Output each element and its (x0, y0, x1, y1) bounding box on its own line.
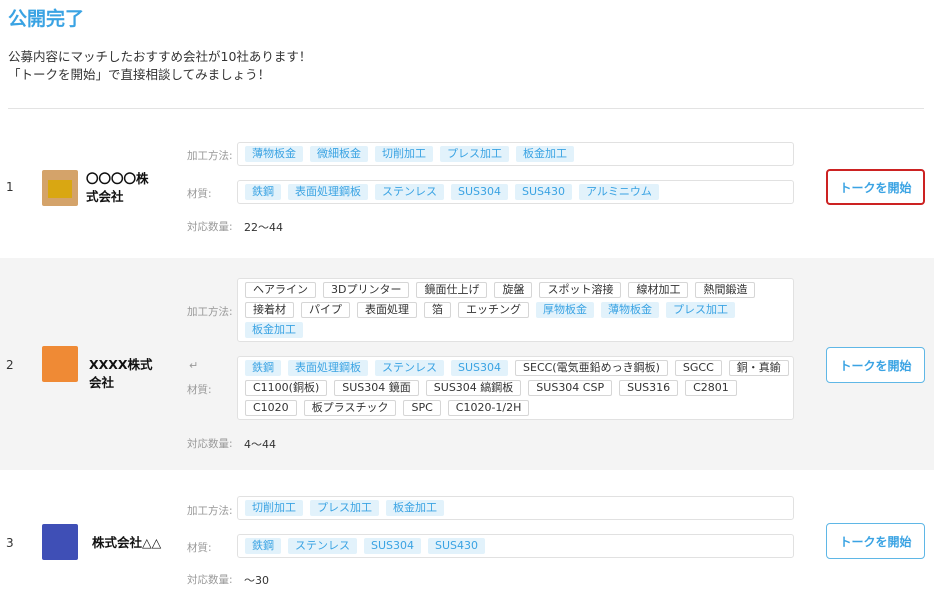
tag: SUS304 鏡面 (334, 380, 419, 396)
intro-line-1: 公募内容にマッチしたおすすめ会社が10社あります！ (8, 49, 312, 64)
tag: 表面処理 (357, 302, 417, 318)
row-number: 3 (6, 536, 14, 550)
tag: 板金加工 (516, 146, 574, 162)
tag: プレス加工 (310, 500, 379, 516)
tag: 接着材 (245, 302, 294, 318)
tag: パイプ (301, 302, 350, 318)
tag: 鏡面仕上げ (416, 282, 488, 298)
tag: 板金加工 (386, 500, 444, 516)
company-row-3: 3 株式会社△△ 加工方法: 切削加工 プレス加工 板金加工 材質: 鉄鋼 ステンレス… (0, 488, 934, 595)
tag: 鉄鋼 (245, 184, 281, 200)
material-tags: 鉄鋼 ステンレス SUS304 SUS430 (237, 534, 794, 558)
tag: 厚物板金 (536, 302, 594, 318)
tag: SUS316 (619, 380, 679, 396)
tag: プレス加工 (666, 302, 735, 318)
tag: SUS304 (364, 538, 422, 554)
tag: 表面処理鋼板 (288, 360, 368, 376)
divider (8, 108, 924, 109)
method-tags: 切削加工 プレス加工 板金加工 (237, 496, 794, 520)
tag: 箔 (424, 302, 451, 318)
intro-text: 公募内容にマッチしたおすすめ会社が10社あります！ 「トークを開始」で直接相談し… (8, 48, 311, 84)
company-row-2: 2 XXXX株式 会社 加工方法: ヘアライン 3Dプリンター 鏡面仕上げ 旋盤 スポッ… (0, 258, 934, 470)
company-name-line: 〇〇〇〇株 (86, 171, 149, 186)
tag: SUS304 縞鋼板 (425, 380, 522, 396)
tag: エッチング (458, 302, 529, 318)
tag: 切削加工 (375, 146, 433, 162)
tag: SECC(電気亜鉛めっき鋼板) (515, 360, 668, 376)
tag: SPC (403, 400, 441, 416)
company-logo (42, 170, 78, 206)
company-name-line: 株式会社△△ (92, 535, 162, 550)
tag: SUS430 (428, 538, 486, 554)
method-tags: 薄物板金 微細板金 切削加工 プレス加工 板金加工 (237, 142, 794, 166)
quantity-label: 対応数量: (187, 221, 233, 233)
tag: 切削加工 (245, 500, 303, 516)
tag: SUS304 (451, 360, 509, 376)
material-label: 材質: (187, 542, 212, 554)
start-talk-button[interactable]: トークを開始 (826, 523, 925, 559)
tag: アルミニウム (579, 184, 659, 200)
quantity-value: 〜30 (244, 574, 269, 587)
company-logo-mark (48, 180, 72, 198)
tag: 板金加工 (245, 322, 303, 338)
start-talk-button[interactable]: トークを開始 (826, 347, 925, 383)
tag: ヘアライン (245, 282, 316, 298)
return-icon: ↵ (189, 359, 199, 372)
method-label: 加工方法: (187, 505, 233, 517)
page-title: 公開完了 (8, 8, 85, 30)
quantity-label: 対応数量: (187, 574, 233, 586)
company-name-line: 式会社 (86, 189, 124, 204)
method-label: 加工方法: (187, 306, 233, 318)
intro-line-2: 「トークを開始」で直接相談してみましょう！ (8, 67, 271, 82)
tag: SUS430 (515, 184, 573, 200)
tag: C2801 (685, 380, 737, 396)
tag: C1020-1/2H (447, 400, 530, 416)
quantity-value: 22〜44 (244, 221, 283, 234)
tag: プレス加工 (440, 146, 509, 162)
tag: ステンレス (375, 360, 444, 376)
tag: 薄物板金 (245, 146, 303, 162)
quantity-label: 対応数量: (187, 438, 233, 450)
tag: SUS304 CSP (528, 380, 613, 396)
company-name-line: XXXX株式 (89, 357, 153, 372)
tag: 3Dプリンター (323, 282, 410, 298)
row-number: 2 (6, 358, 14, 372)
tag: 板プラスチック (303, 400, 397, 416)
tag: スポット溶接 (539, 282, 622, 298)
tag: 鉄鋼 (245, 538, 281, 554)
company-logo (42, 346, 78, 382)
tag: 薄物板金 (601, 302, 659, 318)
tag: 熱間鍛造 (695, 282, 756, 298)
tag: 旋盤 (494, 282, 533, 298)
row-number: 1 (6, 180, 14, 194)
method-label: 加工方法: (187, 150, 233, 162)
company-row-1: 1 〇〇〇〇株 式会社 加工方法: 薄物板金 微細板金 切削加工 プレス加工 板金加工 … (0, 130, 934, 248)
tag: 線材加工 (628, 282, 689, 298)
method-tags: ヘアライン 3Dプリンター 鏡面仕上げ 旋盤 スポット溶接 線材加工 熱間鍛造接着材 パイプ表… (237, 278, 794, 342)
tag: ステンレス (288, 538, 357, 554)
company-name[interactable]: 〇〇〇〇株 式会社 (86, 170, 149, 206)
quantity-value: 4〜44 (244, 438, 276, 451)
tag: 銅・真鍮 (728, 360, 789, 376)
tag: SGCC (674, 360, 722, 376)
tag: 表面処理鋼板 (288, 184, 368, 200)
material-tags: 鉄鋼 表面処理鋼板 ステンレス SUS304 SECC(電気亜鉛めっき鋼板) SGCC 銅・… (237, 356, 794, 420)
tag: SUS304 (451, 184, 509, 200)
material-label: 材質: (187, 384, 212, 396)
company-logo (42, 524, 78, 560)
company-name[interactable]: XXXX株式 会社 (89, 356, 153, 392)
tag: ステンレス (375, 184, 444, 200)
tag: C1020 (245, 400, 297, 416)
tag: 鉄鋼 (245, 360, 281, 376)
material-label: 材質: (187, 188, 212, 200)
tag: C1100(銅板) (245, 380, 328, 396)
material-tags: 鉄鋼 表面処理鋼板 ステンレス SUS304 SUS430 アルミニウム (237, 180, 794, 204)
tag: 微細板金 (310, 146, 368, 162)
start-talk-button[interactable]: トークを開始 (826, 169, 925, 205)
company-name-line: 会社 (89, 375, 115, 390)
company-name[interactable]: 株式会社△△ (92, 534, 161, 552)
